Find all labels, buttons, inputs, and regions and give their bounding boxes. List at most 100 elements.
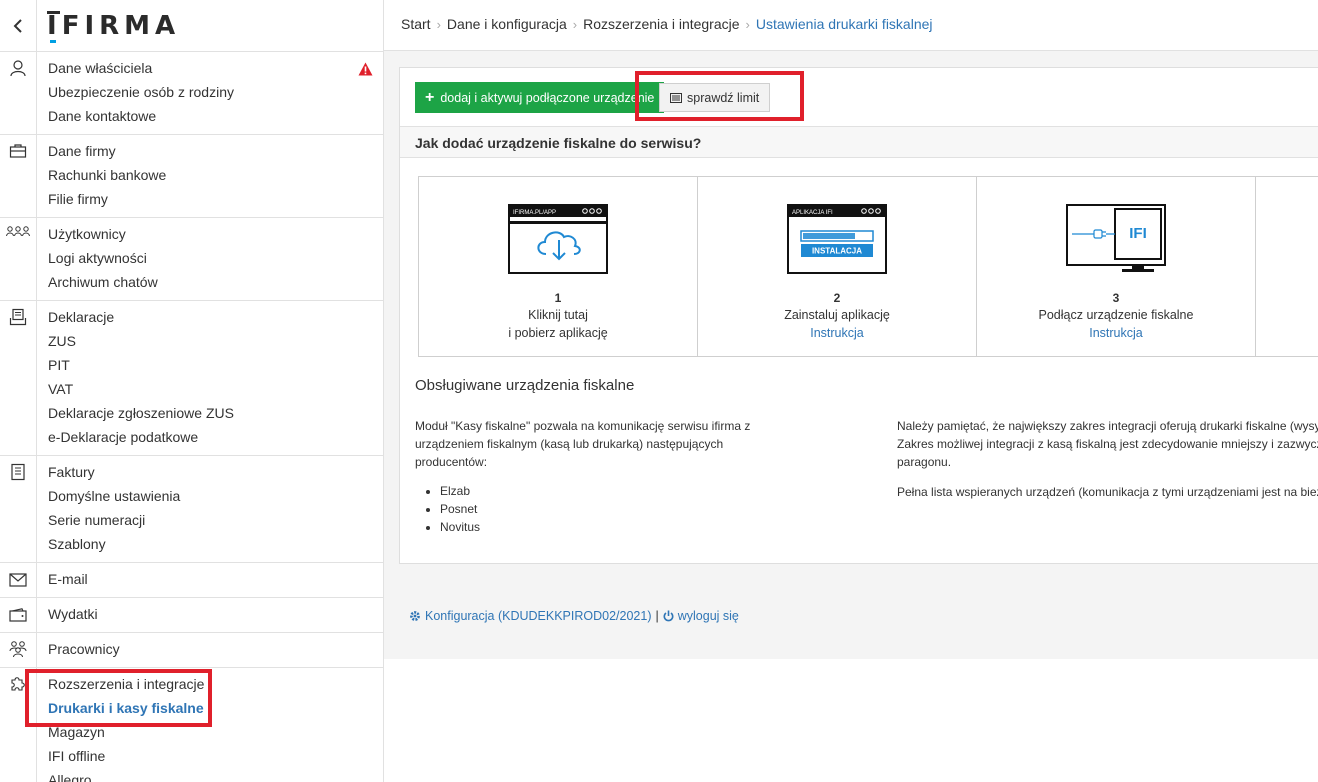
sidebar-item-invoices[interactable]: Faktury xyxy=(48,462,180,486)
download-cloud-icon: IFIRMA.PL/APP xyxy=(508,204,608,274)
sidebar-item-family-insurance[interactable]: Ubezpieczenie osób z rodziny xyxy=(48,82,234,106)
step-2-line1: Zainstaluj aplikację xyxy=(784,308,890,322)
step-connect: IFI 3 Podłącz urządzenie fiskalne Instru… xyxy=(976,176,1256,357)
declarations-icon xyxy=(0,301,37,455)
nav-group-expenses: Wydatki xyxy=(0,598,383,633)
sidebar-item-email[interactable]: E-mail xyxy=(48,569,88,593)
sidebar-item-numbering-series[interactable]: Serie numeracji xyxy=(48,510,180,534)
user-icon xyxy=(0,52,37,134)
logo-text: IFIRMA xyxy=(47,11,181,43)
nav-group-declarations: Deklaracje ZUS PIT VAT Deklaracje zgłosz… xyxy=(0,301,383,456)
step-4-partial xyxy=(1255,176,1318,357)
sidebar-item-expenses[interactable]: Wydatki xyxy=(48,604,98,628)
notes-line-4: Pełna lista wspieranych urządzeń (komuni… xyxy=(897,485,1318,499)
logout-link[interactable]: wyloguj się xyxy=(678,609,739,623)
nav-group-company: Dane firmy Rachunki bankowe Filie firmy xyxy=(0,135,383,218)
main-content: Start › Dane i konfiguracja › Rozszerzenia i… xyxy=(384,0,1318,782)
list-item: Posnet xyxy=(440,500,480,518)
sidebar-item-fiscal-printers[interactable]: Drukarki i kasy fiskalne xyxy=(48,698,204,722)
users-icon xyxy=(0,218,37,300)
step-3-line1: Podłącz urządzenie fiskalne xyxy=(1038,308,1194,322)
sidebar-item-company-data[interactable]: Dane firmy xyxy=(48,141,166,165)
devices-description: Moduł "Kasy fiskalne" pozwala na komunik… xyxy=(415,419,751,469)
sidebar-item-default-settings[interactable]: Domyślne ustawienia xyxy=(48,486,180,510)
invoice-icon xyxy=(0,456,37,562)
sidebar-item-ifi-offline[interactable]: IFI offline xyxy=(48,746,204,770)
step-1-line2: i pobierz aplikację xyxy=(508,326,608,340)
step-1-line1: Kliknij tutaj xyxy=(528,308,588,322)
notes-line-2: Zakres możliwej integracji z kasą fiskal… xyxy=(897,437,1318,451)
sidebar-item-contact-data[interactable]: Dane kontaktowe xyxy=(48,106,234,130)
breadcrumb-chevron-icon: › xyxy=(436,17,441,32)
notes-line-3: paragonu. xyxy=(897,455,952,469)
step-download[interactable]: IFIRMA.PL/APP 1 Kliknij tutaj i pobierz … xyxy=(418,176,698,357)
add-device-button[interactable]: + dodaj i aktywuj podłączone urządzenie xyxy=(415,82,665,113)
sidebar-item-activity-logs[interactable]: Logi aktywności xyxy=(48,248,158,272)
sidebar-item-users[interactable]: Użytkownicy xyxy=(48,224,158,248)
list-icon xyxy=(670,92,682,103)
ifirma-logo[interactable]: IFIRMA xyxy=(47,10,181,43)
sidebar-item-owner-data[interactable]: Dane właściciela xyxy=(48,58,234,82)
devices-notes: Należy pamiętać, że największy zakres in… xyxy=(897,417,1318,513)
briefcase-icon xyxy=(0,135,37,217)
logo-bar: IFIRMA xyxy=(0,0,383,52)
nav-group-users: Użytkownicy Logi aktywności Archiwum cha… xyxy=(0,218,383,301)
breadcrumb-extensions[interactable]: Rozszerzenia i integracje xyxy=(583,16,739,32)
sidebar-item-bank-accounts[interactable]: Rachunki bankowe xyxy=(48,165,166,189)
step-3-instruction-link[interactable]: Instrukcja xyxy=(977,326,1255,340)
sidebar-item-e-declarations[interactable]: e-Deklaracje podatkowe xyxy=(48,427,234,451)
collapse-sidebar-button[interactable] xyxy=(0,0,37,52)
add-device-label: dodaj i aktywuj podłączone urządzenie xyxy=(440,90,655,105)
devices-title: Obsługiwane urządzenia fiskalne xyxy=(415,377,635,394)
how-to-title: Jak dodać urządzenie fiskalne do serwisu… xyxy=(400,126,1318,158)
sidebar-item-employees[interactable]: Pracownicy xyxy=(48,639,120,663)
sidebar-item-vat[interactable]: VAT xyxy=(48,379,234,403)
list-item: Elzab xyxy=(440,482,480,500)
puzzle-icon xyxy=(0,668,37,782)
step-3-number: 3 xyxy=(1112,291,1120,305)
sidebar-item-zus[interactable]: ZUS xyxy=(48,331,234,355)
sidebar-item-pit[interactable]: PIT xyxy=(48,355,234,379)
sidebar-item-warehouse[interactable]: Magazyn xyxy=(48,722,204,746)
check-limit-button[interactable]: sprawdź limit xyxy=(659,83,771,112)
sidebar-item-zus-registration[interactable]: Deklaracje zgłoszeniowe ZUS xyxy=(48,403,234,427)
breadcrumb-current: Ustawienia drukarki fiskalnej xyxy=(755,16,933,32)
step-3-screen-label: IFI xyxy=(1129,225,1147,242)
notes-line-1: Należy pamiętać, że największy zakres in… xyxy=(897,419,1318,433)
nav-group-email: E-mail xyxy=(0,563,383,598)
connect-device-icon: IFI xyxy=(1066,204,1166,272)
sidebar-item-branches[interactable]: Filie firmy xyxy=(48,189,166,213)
sidebar-item-chat-archive[interactable]: Archiwum chatów xyxy=(48,272,158,296)
footer-separator: | xyxy=(655,609,659,623)
warning-icon xyxy=(358,62,373,76)
step-1-number: 1 xyxy=(554,291,562,305)
sidebar-item-allegro[interactable]: Allegro xyxy=(48,770,204,782)
install-app-icon: APLIKACJA IFI INSTALACJA xyxy=(787,204,887,274)
wallet-icon xyxy=(0,598,37,632)
plus-icon: + xyxy=(425,88,435,106)
sidebar-item-extensions[interactable]: Rozszerzenia i integracje xyxy=(48,674,204,698)
breadcrumb-chevron-icon: › xyxy=(745,17,750,32)
breadcrumb: Start › Dane i konfiguracja › Rozszerzenia i… xyxy=(384,0,1318,51)
sidebar-item-templates[interactable]: Szablony xyxy=(48,534,180,558)
chevron-left-icon xyxy=(13,19,22,33)
step-2-window-label: APLIKACJA IFI xyxy=(792,210,833,216)
gear-icon xyxy=(410,611,420,621)
breadcrumb-chevron-icon: › xyxy=(572,17,578,32)
step-2-bar-label: INSTALACJA xyxy=(812,247,862,256)
step-install: APLIKACJA IFI INSTALACJA 2 Zainstaluj ap… xyxy=(697,176,977,357)
step-1-window-label: IFIRMA.PL/APP xyxy=(513,210,556,216)
envelope-icon xyxy=(0,563,37,597)
sidebar-item-declarations[interactable]: Deklaracje xyxy=(48,307,234,331)
breadcrumb-data-config[interactable]: Dane i konfiguracja xyxy=(447,16,567,32)
step-2-instruction-link[interactable]: Instrukcja xyxy=(698,326,976,340)
nav-group-owner: Dane właściciela Ubezpieczenie osób z ro… xyxy=(0,52,383,135)
sidebar: IFIRMA Dane właściciela Ubezpieczenie os… xyxy=(0,0,384,782)
breadcrumb-start[interactable]: Start xyxy=(401,16,431,32)
fiscal-printer-panel: + dodaj i aktywuj podłączone urządzenie … xyxy=(399,67,1318,564)
nav-group-employees: Pracownicy xyxy=(0,633,383,668)
configuration-link[interactable]: Konfiguracja (KDUDEKKPIROD02/2021) xyxy=(425,609,652,623)
employees-icon xyxy=(0,633,37,667)
brand-list: Elzab Posnet Novitus xyxy=(440,482,480,536)
steps-row: IFIRMA.PL/APP 1 Kliknij tutaj i pobierz … xyxy=(418,176,1318,357)
